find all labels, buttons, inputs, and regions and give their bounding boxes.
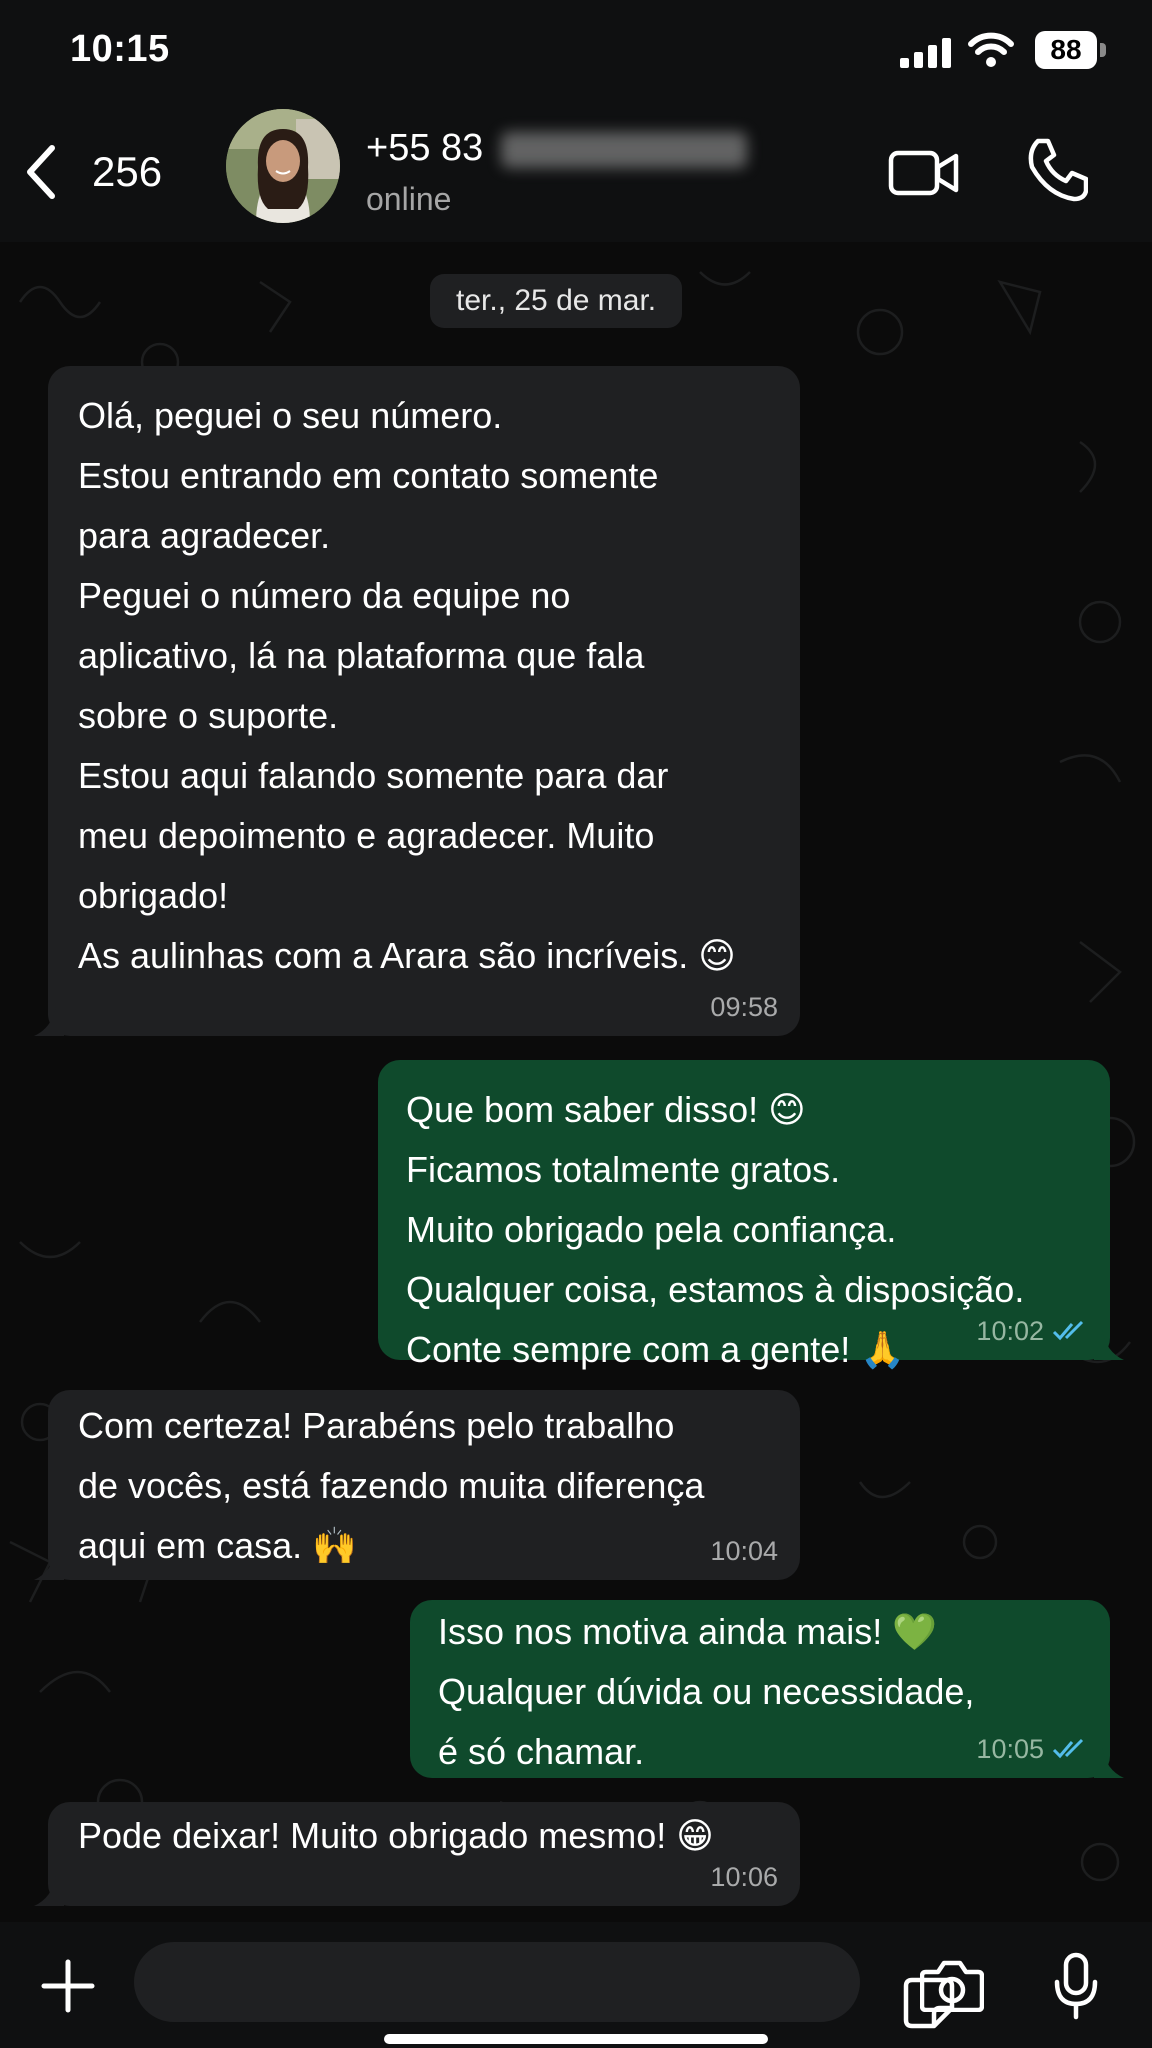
- contact-name[interactable]: +55 83: [366, 127, 748, 170]
- message-text: Pode deixar! Muito obrigado mesmo! 😁: [78, 1815, 714, 1856]
- message-meta: 10:02: [976, 1316, 1088, 1346]
- bubble-tail: [34, 1876, 64, 1906]
- camera-icon[interactable]: [920, 1958, 984, 2012]
- message-time: 10:04: [710, 1536, 778, 1566]
- microphone-icon[interactable]: [1052, 1952, 1100, 2020]
- message-meta: 09:58: [710, 992, 778, 1022]
- chat-area[interactable]: ter., 25 de mar. Olá, peguei o seu númer…: [0, 242, 1152, 1922]
- battery-level: 88: [1035, 31, 1097, 69]
- message-text: Com certeza! Parabéns pelo trabalho de v…: [78, 1405, 705, 1566]
- message-outgoing[interactable]: Que bom saber disso! 😊 Ficamos totalment…: [378, 1060, 1124, 1370]
- bubble-tail: [34, 1006, 64, 1036]
- chevron-left-icon: [27, 145, 55, 199]
- battery-indicator: 88: [1035, 31, 1107, 69]
- back-button[interactable]: 256: [22, 137, 182, 207]
- bubble-tail: [1094, 1748, 1124, 1778]
- bubble-tail: [34, 1550, 64, 1580]
- home-indicator[interactable]: [384, 2034, 768, 2044]
- message-incoming[interactable]: Olá, peguei o seu número. Estou entrando…: [34, 366, 800, 1036]
- message-meta: 10:05: [976, 1734, 1088, 1764]
- input-bar: [0, 1922, 1152, 2048]
- message-outgoing[interactable]: Isso nos motiva ainda mais! 💚 Qualquer d…: [410, 1600, 1124, 1778]
- message-input[interactable]: [134, 1942, 955, 2029]
- wifi-icon: [968, 32, 1014, 67]
- message-time: 10:02: [976, 1316, 1044, 1346]
- contact-avatar[interactable]: [226, 109, 340, 223]
- read-receipt-icon: [1052, 1320, 1084, 1341]
- message-meta: 10:06: [710, 1862, 778, 1892]
- unread-count: 256: [92, 148, 163, 195]
- status-bar: 10:15 88: [0, 0, 1152, 105]
- message-meta: 10:04: [710, 1536, 778, 1566]
- avatar-image: [226, 109, 340, 223]
- redacted-number: [501, 131, 748, 168]
- video-camera-icon[interactable]: [888, 141, 960, 205]
- status-time: 10:15: [70, 28, 170, 70]
- message-incoming[interactable]: Com certeza! Parabéns pelo trabalho de v…: [34, 1390, 800, 1580]
- chat-header: 256 +55 83 online: [0, 105, 1152, 243]
- message-text: Olá, peguei o seu número. Estou entrando…: [78, 395, 736, 976]
- read-receipt-icon: [1052, 1738, 1084, 1759]
- date-chip: ter., 25 de mar.: [430, 274, 683, 328]
- contact-status: online: [366, 181, 452, 217]
- contact-number: +55 83: [366, 127, 484, 169]
- message-incoming[interactable]: Pode deixar! Muito obrigado mesmo! 😁 10:…: [34, 1802, 800, 1906]
- phone-icon[interactable]: [1024, 135, 1088, 203]
- message-time: 10:05: [976, 1734, 1044, 1764]
- battery-tip: [1100, 43, 1106, 57]
- cellular-signal-icon: [900, 38, 951, 68]
- message-time: 10:06: [710, 1862, 778, 1892]
- plus-icon[interactable]: [38, 1956, 98, 2016]
- message-time: 09:58: [710, 992, 778, 1022]
